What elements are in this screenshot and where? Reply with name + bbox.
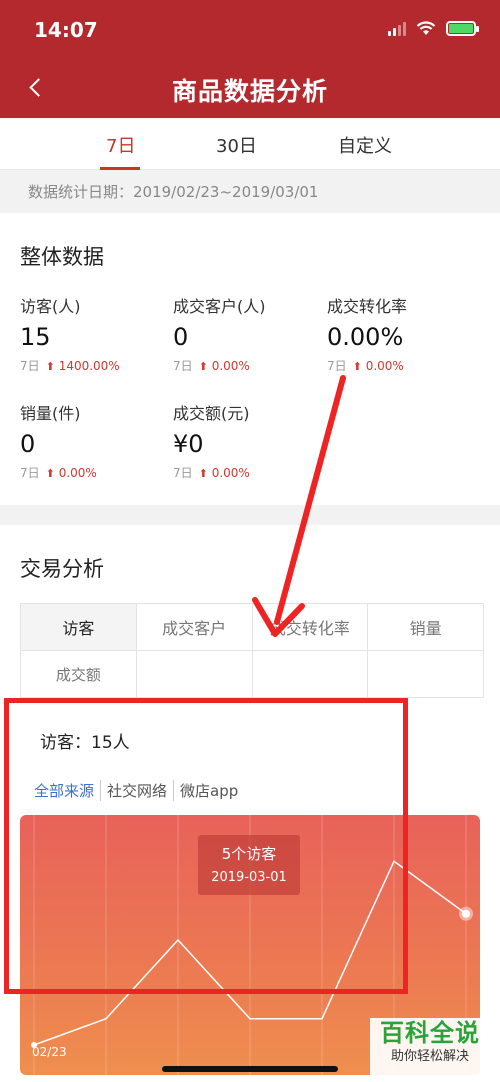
metric-label: 成交额(元) [173,404,250,423]
grid-empty-cell [135,650,253,698]
arrow-up-icon: ⬆ [198,360,208,373]
status-icons [388,21,479,36]
metric-value: ¥0 [173,430,204,458]
metric-value: 15 [20,323,51,351]
arrow-up-icon: ⬆ [352,360,362,373]
metric-sales-volume[interactable]: 销量(件) 0 7日 ⬆ 0.00% [20,400,170,481]
metric-value: 0.00% [327,323,404,351]
metric-compare: 7日 ⬆ 0.00% [327,359,404,373]
arrow-up-icon: ⬆ [45,360,55,373]
grid-tab-revenue[interactable]: 成交额 [20,650,137,698]
period-tabs: 7日 30日 自定义 [0,118,500,170]
grid-tab-sales[interactable]: 销量 [367,603,484,651]
grid-tab-customers[interactable]: 成交客户 [135,603,253,651]
metric-label: 成交客户(人) [173,297,266,316]
arrow-up-icon: ⬆ [198,467,208,480]
metric-label: 销量(件) [20,404,81,423]
tab-custom[interactable]: 自定义 [338,132,392,158]
metric-compare: 7日 ⬆ 0.00% [173,466,250,480]
metric-value: 0 [20,430,36,458]
metric-label: 访客(人) [20,297,81,316]
metric-selector-grid: 访客 成交客户 成交转化率 销量 成交额 [20,603,484,698]
annotation-highlight-box [4,698,408,994]
metric-compare: 7日 ⬆ 1400.00% [20,359,120,373]
grid-tab-conversion[interactable]: 成交转化率 [251,603,369,651]
app-header: 14:07 商品数据分析 [0,0,500,118]
tab-7-days[interactable]: 7日 [106,132,135,158]
overall-data-section: 整体数据 访客(人) 15 7日 ⬆ 1400.00% 成交客户(人) 0 7日 ⬆… [0,213,500,505]
active-tab-indicator [100,167,140,170]
tab-30-days[interactable]: 30日 [216,132,257,158]
active-data-point [462,909,470,918]
signal-icon [388,21,406,36]
status-time: 14:07 [34,18,98,42]
metric-revenue[interactable]: 成交额(元) ¥0 7日 ⬆ 0.00% [173,400,323,481]
metric-visitors[interactable]: 访客(人) 15 7日 ⬆ 1400.00% [20,293,170,374]
nav-bar: 商品数据分析 [0,56,500,118]
date-range-label: 数据统计日期：2019/02/23~2019/03/01 [0,171,500,213]
page-title: 商品数据分析 [171,77,328,106]
metric-customers[interactable]: 成交客户(人) 0 7日 ⬆ 0.00% [173,293,323,374]
overall-title: 整体数据 [20,245,104,269]
grid-empty-cell [367,650,484,698]
metric-compare: 7日 ⬆ 0.00% [20,466,97,480]
metric-label: 成交转化率 [327,297,408,316]
grid-empty-cell [251,650,369,698]
home-indicator [162,1066,338,1072]
grid-tab-visitors[interactable]: 访客 [20,603,137,651]
x-tick-label: 02/23 [32,1045,67,1059]
status-bar: 14:07 [0,0,500,56]
battery-icon [446,21,479,36]
watermark-logo: 百科全说 助你轻松解决 [370,1018,490,1076]
metric-conversion[interactable]: 成交转化率 0.00% 7日 ⬆ 0.00% [327,293,477,374]
metric-compare: 7日 ⬆ 0.00% [173,359,250,373]
metric-value: 0 [173,323,189,351]
arrow-up-icon: ⬆ [45,467,55,480]
wifi-icon [416,21,436,35]
trade-title: 交易分析 [20,557,104,581]
